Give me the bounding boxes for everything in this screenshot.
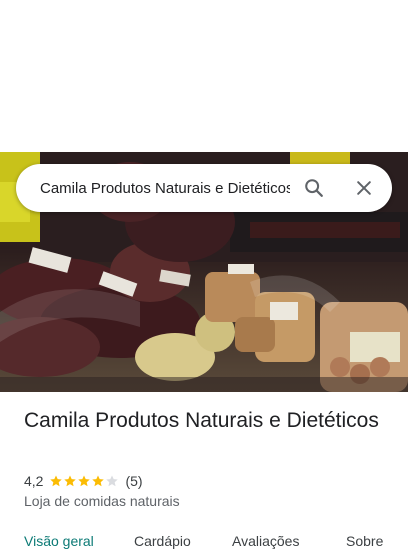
star-icon — [92, 475, 105, 487]
tab-menu[interactable]: Cardápio — [134, 533, 191, 549]
rating-value: 4,2 — [24, 473, 44, 489]
tab-overview[interactable]: Visão geral — [24, 533, 94, 549]
place-tabs: Visão geral Cardápio Avaliações Sobre — [0, 530, 408, 550]
place-title: Camila Produtos Naturais e Dietéticos — [24, 409, 379, 432]
star-icon — [106, 475, 119, 487]
search-icon[interactable] — [300, 174, 328, 202]
rating-row[interactable]: 4,2 (5) — [24, 472, 143, 490]
search-bar — [16, 164, 392, 212]
tab-about[interactable]: Sobre — [346, 533, 383, 549]
review-count: (5) — [125, 473, 143, 489]
search-input[interactable] — [40, 164, 290, 212]
close-icon[interactable] — [350, 174, 378, 202]
star-icon — [64, 475, 77, 487]
tab-reviews[interactable]: Avaliações — [232, 533, 299, 549]
star-icon — [78, 475, 91, 487]
star-icon — [50, 475, 63, 487]
place-category: Loja de comidas naturais — [24, 493, 180, 509]
rating-stars — [49, 474, 119, 488]
